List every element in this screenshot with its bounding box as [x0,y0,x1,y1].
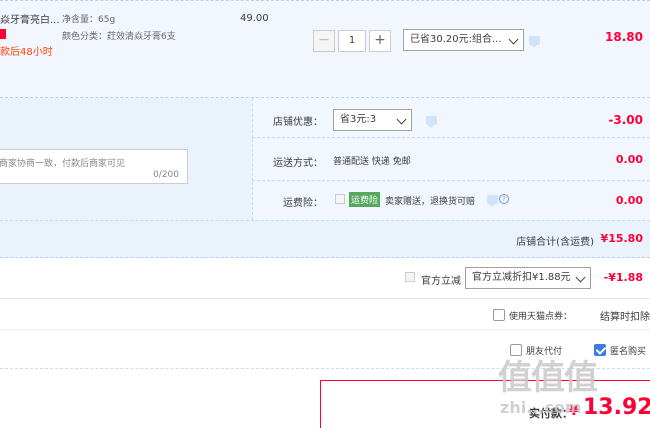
shipping-label: 运送方式： [273,158,323,169]
shipping-row: 运送方式： 普通配送 快递 免邮 0.00 [252,139,650,181]
chevron-down-icon [508,34,519,45]
help-icon[interactable]: ? [499,194,509,204]
anonymous-label: 匿名购买 [610,347,647,357]
item-discount-select[interactable]: 已省30.20元:组合... [403,29,524,51]
shop-discount-amount: -3.00 [608,113,643,127]
insurance-text: 卖家赠送，退换货可赔 [385,197,476,207]
shop-discount-select-value: 省3元:3 [340,114,377,125]
item-discount-select-value: 已省30.20元:组合... [410,34,502,45]
tmall-points-row: 使用天猫点券： 结算时扣除 [0,300,650,330]
insurance-label: 运费险： [283,198,323,209]
item-subtotal: 18.80 [605,30,643,44]
qty-input[interactable]: 1 [338,30,366,52]
official-discount-select-value: 官方立减折扣¥1.88元 [472,272,571,283]
item-title[interactable]: 焱牙膏亮白... [0,11,60,26]
attr-color: 颜色分类：荭效清焱牙膏6支 [62,29,176,42]
attr-net-label: 净含量： [62,15,99,25]
tmall-points-label: 使用天猫点券： [509,312,573,322]
promo-tag-icon [0,29,6,39]
shop-total-label: 店铺合计(含运费) [516,237,594,248]
official-discount-checkbox[interactable] [405,272,415,282]
chevron-down-icon [396,114,407,125]
watermark-logo: 值值值 [498,358,598,398]
message-placeholder: 商家协商一致，付款后商家可见 [0,159,126,169]
shop-discount-row: 店铺优惠： 省3元:3 -3.00 [252,98,650,138]
attr-net: 净含量：65g [62,12,115,25]
official-discount-label: 官方立减 [421,276,461,287]
official-discount-row: 官方立减 官方立减折扣¥1.88元 -¥1.88 [0,259,650,299]
insurance-checkbox[interactable] [335,194,345,204]
shop-total-value: ¥15.80 [600,232,643,245]
qty-minus-button[interactable]: − [313,30,335,52]
shop-discount-select[interactable]: 省3元:3 [333,109,412,131]
shop-summary: 商家协商一致，付款后商家可见 0/200 店铺优惠： 省3元:3 -3.00 运… [0,98,650,258]
buyer-message-input[interactable]: 商家协商一致，付款后商家可见 0/200 [0,149,188,184]
tmall-points-checkbox[interactable] [493,309,505,321]
chat-bubble-icon[interactable] [426,116,437,128]
insurance-amount: 0.00 [615,194,643,207]
shipping-value: 普通配送 快递 免邮 [333,157,411,167]
chat-bubble-icon[interactable] [529,36,540,48]
message-counter: 0/200 [153,170,179,180]
payment-summary-box: 实付款： ¥ 13.92 [320,380,650,428]
shipping-amount: 0.00 [615,153,643,166]
attr-color-value: 荭效清焱牙膏6支 [107,32,176,42]
qty-plus-button[interactable]: + [369,30,391,52]
quantity-stepper: − 1 + [313,30,391,52]
unit-price: 49.00 [240,13,269,24]
attr-color-label: 颜色分类： [62,32,108,42]
settle-note: 结算时扣除 [600,312,650,323]
shop-total-row: 店铺合计(含运费) ¥15.80 [0,220,650,258]
promo-note: 款后48小时 [0,47,53,58]
insurance-tag: 运费险 [349,192,381,207]
chevron-down-icon [575,272,586,283]
cart-item-row: 焱牙膏亮白... 款后48小时 净含量：65g 颜色分类：荭效清焱牙膏6支 49… [0,0,650,98]
watermark-text: zhi...com [500,398,582,417]
insurance-row: 运费险： 运费险 卖家赠送，退换货可赔 ? 0.00 [252,182,650,220]
official-discount-select[interactable]: 官方立减折扣¥1.88元 [465,267,591,289]
official-discount-amount: -¥1.88 [603,271,643,284]
attr-net-value: 65g [98,15,116,25]
shop-discount-label: 店铺优惠： [273,117,323,128]
chat-bubble-icon[interactable] [487,195,498,207]
